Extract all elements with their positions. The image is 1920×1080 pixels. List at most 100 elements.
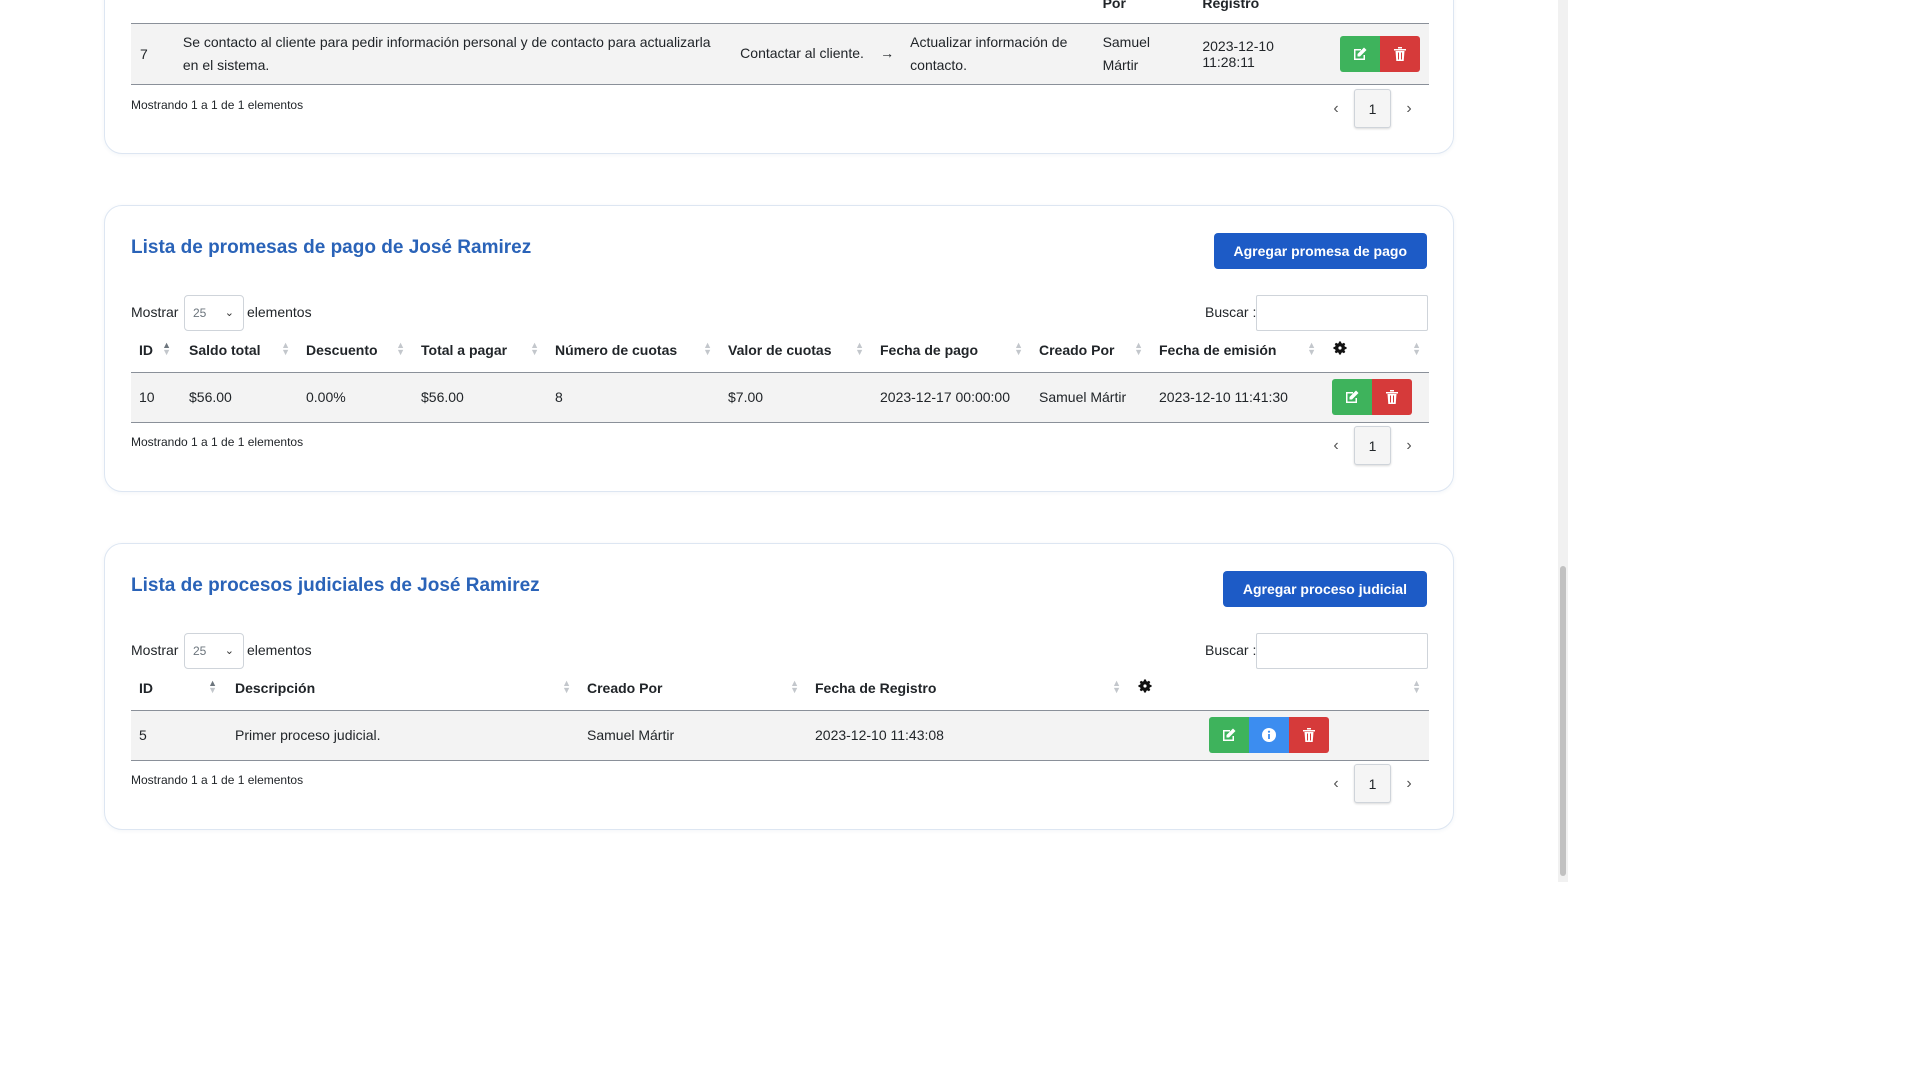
- column-header-descripcion[interactable]: Descripción ▲ ▼: [227, 666, 579, 711]
- judicial-processes-table: ID ▲ ▼ Descripción ▲ ▼ Creado Por ▲ ▼ Fecha de…: [131, 666, 1429, 761]
- page: Por Registro 7 Se contacto al cliente pa…: [0, 0, 1568, 882]
- cell-descuento: 0.00%: [298, 372, 413, 423]
- chevron-right-icon[interactable]: ›: [1391, 765, 1427, 803]
- column-header-numero-cuotas[interactable]: Número de cuotas ▲ ▼: [547, 328, 720, 373]
- table-info: Mostrando 1 a 1 de 1 elementos: [131, 773, 304, 787]
- chevron-left-icon[interactable]: ‹: [1318, 765, 1354, 803]
- cell-id: 5: [131, 710, 227, 761]
- cell-actions: [1331, 23, 1429, 85]
- search-input[interactable]: [1256, 295, 1428, 331]
- edit-icon: [1353, 47, 1367, 60]
- page-number[interactable]: 1: [1354, 426, 1391, 465]
- delete-button[interactable]: [1379, 35, 1420, 72]
- page-size-select[interactable]: 25 ⌄: [184, 295, 244, 331]
- cell-description: Se contacto al cliente para pedir inform…: [174, 23, 733, 85]
- column-header-fecha-emision[interactable]: Fecha de emisión ▲ ▼: [1151, 328, 1324, 373]
- tracking-table: Por Registro 7 Se contacto al cliente pa…: [131, 0, 1429, 85]
- row-actions: [1209, 717, 1329, 753]
- column-header-creado-por[interactable]: Creado Por ▲ ▼: [579, 666, 807, 711]
- info-icon: [1262, 728, 1276, 742]
- elements-label: elementos: [247, 304, 312, 320]
- action-text: Contactar al cliente.: [740, 45, 864, 61]
- pagination: ‹ 1 ›: [1318, 89, 1427, 128]
- arrow-icon: →: [880, 45, 895, 61]
- table-info: Mostrando 1 a 1 de 1 elementos: [131, 435, 304, 449]
- cell-numero-cuotas: 8: [547, 372, 720, 423]
- table-info: Mostrando 1 a 1 de 1 elementos: [131, 98, 304, 112]
- page-size-select[interactable]: 25 ⌄: [184, 633, 244, 669]
- cell-actions: [1324, 372, 1429, 423]
- row-actions: [1332, 379, 1412, 415]
- edit-button[interactable]: [1339, 35, 1380, 72]
- edit-icon: [1223, 728, 1236, 741]
- pagination: ‹ 1 ›: [1318, 764, 1427, 803]
- cell-result: Actualizar información de contacto.: [902, 23, 1095, 85]
- gear-icon: [1333, 341, 1347, 355]
- trash-icon: [1386, 390, 1398, 404]
- page-number[interactable]: 1: [1354, 764, 1391, 803]
- pagination: ‹ 1 ›: [1318, 426, 1427, 465]
- trash-icon: [1303, 728, 1315, 742]
- column-header-fecha-registro[interactable]: Fecha de Registro ▲ ▼: [807, 666, 1129, 711]
- gear-icon: [1138, 679, 1152, 693]
- table-row: 7 Se contacto al cliente para pedir info…: [131, 23, 1429, 85]
- scrollbar-thumb[interactable]: [1560, 566, 1566, 876]
- chevron-left-icon[interactable]: ‹: [1318, 427, 1354, 465]
- column-header-creado-por[interactable]: Creado Por ▲ ▼: [1031, 328, 1151, 373]
- column-header-por[interactable]: Por: [1094, 0, 1195, 24]
- cell-saldo-total: $56.00: [181, 372, 298, 423]
- page-number[interactable]: 1: [1354, 89, 1391, 128]
- cell-action: Contactar al cliente. →: [732, 23, 903, 85]
- column-header-saldo-total[interactable]: Saldo total ▲ ▼: [181, 328, 298, 373]
- trash-icon: [1393, 46, 1406, 61]
- info-button[interactable]: [1249, 717, 1289, 753]
- cell-creado-por: Samuel Mártir: [579, 710, 807, 761]
- show-label: Mostrar: [131, 304, 179, 320]
- search-input[interactable]: [1256, 633, 1428, 669]
- column-header-id[interactable]: ID ▲ ▼: [131, 666, 227, 711]
- cell-created-by: Samuel Mártir: [1094, 23, 1195, 85]
- table-row: 10 $56.00 0.00% $56.00 8 $7.00 2023-12-1…: [131, 372, 1429, 423]
- edit-button[interactable]: [1209, 717, 1249, 753]
- delete-button[interactable]: [1372, 379, 1412, 415]
- cell-valor-cuotas: $7.00: [720, 372, 872, 423]
- show-label: Mostrar: [131, 642, 179, 658]
- column-header-descuento[interactable]: Descuento ▲ ▼: [298, 328, 413, 373]
- add-payment-promise-button[interactable]: Agregar promesa de pago: [1213, 233, 1427, 269]
- edit-button[interactable]: [1332, 379, 1372, 415]
- elements-label: elementos: [247, 642, 312, 658]
- judicial-processes-card: Lista de procesos judiciales de José Ram…: [104, 543, 1454, 830]
- cell-fecha-registro: 2023-12-10 11:43:08: [807, 710, 1129, 761]
- cell-actions: [1129, 710, 1429, 761]
- payment-promises-card: Lista de promesas de pago de José Ramire…: [104, 205, 1454, 492]
- table-row: 5 Primer proceso judicial. Samuel Mártir…: [131, 710, 1429, 761]
- cell-fecha-emision: 2023-12-10 11:41:30: [1151, 372, 1324, 423]
- cell-creado-por: Samuel Mártir: [1031, 372, 1151, 423]
- chevron-down-icon: ⌄: [224, 307, 234, 319]
- search-label: Buscar :: [1205, 304, 1257, 320]
- payment-promises-table: ID ▲ ▼ Saldo total ▲ ▼ Descuento ▲ ▼ Total a p…: [131, 328, 1429, 423]
- add-judicial-process-button[interactable]: Agregar proceso judicial: [1222, 571, 1427, 607]
- cell-id: 7: [131, 23, 175, 85]
- edit-icon: [1346, 390, 1359, 403]
- tracking-card: Por Registro 7 Se contacto al cliente pa…: [104, 0, 1454, 154]
- cell-date: 2023-12-10 11:28:11: [1194, 23, 1332, 85]
- chevron-right-icon[interactable]: ›: [1391, 427, 1427, 465]
- delete-button[interactable]: [1289, 717, 1329, 753]
- cell-descripcion: Primer proceso judicial.: [227, 710, 579, 761]
- row-actions: [1339, 35, 1420, 72]
- column-header-total-pagar[interactable]: Total a pagar ▲ ▼: [413, 328, 547, 373]
- column-header-fecha-pago[interactable]: Fecha de pago ▲ ▼: [872, 328, 1031, 373]
- chevron-right-icon[interactable]: ›: [1391, 90, 1427, 128]
- chevron-down-icon: ⌄: [224, 645, 234, 657]
- page-scrollbar[interactable]: [1558, 0, 1568, 882]
- column-header-actions[interactable]: ▲ ▼: [1129, 666, 1429, 711]
- column-header-actions[interactable]: ▲ ▼: [1324, 328, 1429, 373]
- column-header-registro[interactable]: Registro: [1194, 0, 1332, 24]
- column-header-valor-cuotas[interactable]: Valor de cuotas ▲ ▼: [720, 328, 872, 373]
- column-header-id[interactable]: ID ▲ ▼: [131, 328, 181, 373]
- chevron-left-icon[interactable]: ‹: [1318, 90, 1354, 128]
- section-title: Lista de promesas de pago de José Ramire…: [131, 237, 532, 258]
- cell-total-pagar: $56.00: [413, 372, 547, 423]
- cell-id: 10: [131, 372, 181, 423]
